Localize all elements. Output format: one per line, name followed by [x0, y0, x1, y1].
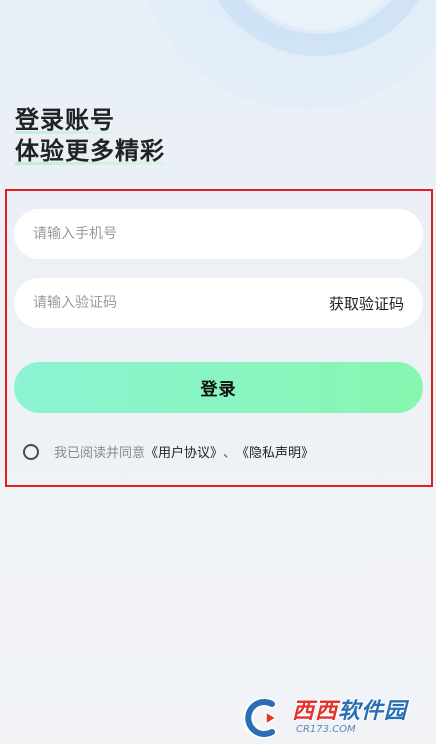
phone-field[interactable]	[14, 209, 423, 259]
user-agreement-link[interactable]: 《用户协议》	[145, 442, 223, 461]
agreement-prefix: 我已阅读并同意	[54, 446, 146, 461]
background-circle-outer	[136, 0, 436, 110]
watermark: 西西软件园 CR173.COM	[236, 696, 432, 740]
login-button[interactable]: 登录	[14, 362, 423, 413]
watermark-brand: 西西软件园	[292, 699, 408, 724]
heading-line-2: 体验更多精彩	[15, 137, 165, 165]
cr-logo-icon	[242, 697, 290, 739]
background-circle-inner	[228, 0, 408, 30]
verification-code-input[interactable]	[33, 295, 329, 311]
heading-line-1: 登录账号	[15, 105, 165, 136]
get-code-button[interactable]: 获取验证码	[329, 293, 404, 314]
verification-code-field[interactable]: 获取验证码	[14, 278, 423, 328]
agreement-checkbox[interactable]	[23, 443, 39, 460]
watermark-domain: CR173.COM	[296, 724, 356, 735]
agreement-separator: 、	[223, 446, 237, 461]
phone-input[interactable]	[33, 226, 404, 242]
privacy-statement-link[interactable]: 《隐私声明》	[236, 442, 314, 461]
watermark-text: 西西软件园 CR173.COM	[292, 700, 407, 736]
page-heading: 登录账号 体验更多精彩	[15, 105, 165, 167]
background-circle-ring	[200, 0, 436, 56]
agreement-row: 我已阅读并同意 《用户协议》 、 《隐私声明》	[23, 442, 314, 461]
